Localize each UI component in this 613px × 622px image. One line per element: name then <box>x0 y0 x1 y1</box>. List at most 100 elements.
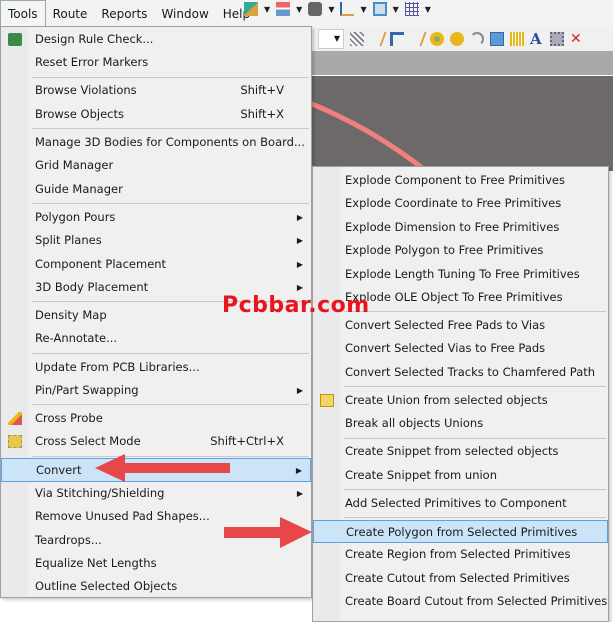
polygon-fill-icon[interactable] <box>350 32 364 46</box>
dropdown-arrow[interactable]: ▼ <box>425 5 431 14</box>
convert-submenu: Explode Component to Free Primitives Expl… <box>312 166 609 622</box>
diff-pair-icon[interactable] <box>390 32 404 46</box>
menu-item-label: Convert Selected Tracks to Chamfered Pat… <box>345 364 596 379</box>
room-icon[interactable] <box>372 2 387 16</box>
pad-icon[interactable] <box>430 32 444 46</box>
menu-item-label: Remove Unused Pad Shapes... <box>35 509 210 524</box>
menu-item-design-rule-check[interactable]: Design Rule Check... <box>1 28 311 51</box>
menu-item-label: Pin/Part Swapping <box>35 382 139 397</box>
menu-item-create-snippet-from-union[interactable]: Create Snippet from union <box>313 464 608 487</box>
menu-reports[interactable]: Reports <box>94 2 154 26</box>
menu-item-explode-dimension-to-free-primitives[interactable]: Explode Dimension to Free Primitives <box>313 216 608 239</box>
menu-item-update-from-pcb-libraries[interactable]: Update From PCB Libraries... <box>1 356 311 379</box>
grid-icon[interactable] <box>404 2 419 16</box>
find-icon[interactable] <box>308 2 323 16</box>
arc-icon[interactable] <box>470 32 484 46</box>
annotation-arrow-right <box>224 517 312 548</box>
menu-item-label: Equalize Net Lengths <box>35 556 157 571</box>
dropdown-arrow[interactable]: ▼ <box>264 5 270 14</box>
menu-item-label: Browse Violations <box>35 83 137 98</box>
menu-item-create-cutout-from-selected-primitives[interactable]: Create Cutout from Selected Primitives <box>313 567 608 590</box>
cross-probe-icon <box>8 411 22 425</box>
submenu-arrow-icon: ▶ <box>295 466 302 476</box>
menu-item-create-snippet-from-selected-objects[interactable]: Create Snippet from selected objects <box>313 440 608 463</box>
menu-item-label: Explode Component to Free Primitives <box>345 173 565 187</box>
layer-combo[interactable]: ▼ <box>318 29 344 49</box>
menu-item-label: Split Planes <box>35 233 102 248</box>
submenu-arrow-icon: ▶ <box>296 259 303 269</box>
submenu-arrow-icon: ▶ <box>296 488 303 498</box>
submenu-arrow-icon: ▶ <box>296 212 303 222</box>
menu-item-label: Create Region from Selected Primitives <box>345 547 571 562</box>
menu-item-label: Guide Manager <box>35 181 123 196</box>
route-icon[interactable] <box>367 32 387 46</box>
menu-item-label: Density Map <box>35 308 107 323</box>
menu-item-add-selected-primitives-to-component[interactable]: Add Selected Primitives to Component <box>313 492 608 515</box>
dropdown-arrow[interactable]: ▼ <box>296 5 302 14</box>
menu-item-label: Component Placement <box>35 256 167 271</box>
menu-item-convert-selected-tracks-to-chamfered-path[interactable]: Convert Selected Tracks to Chamfered Pat… <box>313 361 608 384</box>
menu-item-label: Explode Dimension to Free Primitives <box>345 219 560 234</box>
menu-item-label: Via Stitching/Shielding <box>35 485 165 500</box>
toolbar-placement: ▼ A ✕ <box>312 27 613 51</box>
menu-item-label: Outline Selected Objects <box>35 579 178 594</box>
menu-tools[interactable]: Tools <box>0 0 46 27</box>
union-icon <box>320 393 334 407</box>
place-dimension-icon[interactable] <box>340 2 355 16</box>
menu-route[interactable]: Route <box>46 2 95 26</box>
dropdown-arrow[interactable]: ▼ <box>360 5 366 14</box>
menu-item-create-region-from-selected-primitives[interactable]: Create Region from Selected Primitives <box>313 543 608 566</box>
menu-window[interactable]: Window <box>154 2 215 26</box>
menu-item-split-planes[interactable]: Split Planes ▶ <box>1 229 311 252</box>
menu-item-label: Create Snippet from union <box>345 467 498 482</box>
menu-item-label: Design Rule Check... <box>35 32 154 46</box>
via-icon[interactable] <box>450 32 464 46</box>
menu-item-label: Convert Selected Free Pads to Vias <box>345 318 546 333</box>
menu-item-grid-manager[interactable]: Grid Manager <box>1 154 311 177</box>
menu-item-label: Grid Manager <box>35 158 114 173</box>
menu-item-pin-part-swapping[interactable]: Pin/Part Swapping ▶ <box>1 379 311 402</box>
menu-item-explode-component-to-free-primitives[interactable]: Explode Component to Free Primitives <box>313 169 608 192</box>
dropdown-arrow[interactable]: ▼ <box>328 5 334 14</box>
menu-item-label: Cross Probe <box>35 410 103 425</box>
menu-item-re-annotate[interactable]: Re-Annotate... <box>1 327 311 350</box>
interactive-route-icon[interactable] <box>244 2 258 16</box>
string-icon[interactable]: A <box>530 32 544 47</box>
component-icon[interactable] <box>550 32 564 46</box>
menu-item-create-union-from-selected-objects[interactable]: Create Union from selected objects <box>313 389 608 412</box>
menu-item-manage-3d-bodies-for-components-on-board[interactable]: Manage 3D Bodies for Components on Board… <box>1 131 311 154</box>
menu-item-cross-probe[interactable]: Cross Probe <box>1 407 311 430</box>
menu-item-guide-manager[interactable]: Guide Manager <box>1 178 311 201</box>
menu-item-browse-objects[interactable]: Browse Objects Shift+X <box>1 103 311 126</box>
menu-item-equalize-net-lengths[interactable]: Equalize Net Lengths <box>1 552 311 575</box>
menu-item-convert-selected-vias-to-free-pads[interactable]: Convert Selected Vias to Free Pads <box>313 337 608 360</box>
menu-item-explode-polygon-to-free-primitives[interactable]: Explode Polygon to Free Primitives <box>313 239 608 262</box>
polygon-icon[interactable] <box>510 32 524 46</box>
menu-item-label: Explode Coordinate to Free Primitives <box>345 196 562 211</box>
pcb-canvas[interactable] <box>312 76 613 171</box>
fill-icon[interactable] <box>490 32 504 46</box>
menu-item-reset-error-markers[interactable]: Reset Error Markers <box>1 51 311 74</box>
align-icon[interactable] <box>276 2 291 16</box>
menu-item-create-board-cutout-from-selected-primitives[interactable]: Create Board Cutout from Selected Primit… <box>313 590 608 613</box>
menu-item-label: Explode Polygon to Free Primitives <box>345 243 544 258</box>
menu-item-cross-select-mode[interactable]: Cross Select Mode Shift+Ctrl+X <box>1 430 311 453</box>
menu-item-break-all-objects-unions[interactable]: Break all objects Unions <box>313 412 608 435</box>
menu-item-explode-coordinate-to-free-primitives[interactable]: Explode Coordinate to Free Primitives <box>313 192 608 215</box>
menu-item-browse-violations[interactable]: Browse Violations Shift+V <box>1 79 311 102</box>
menu-item-component-placement[interactable]: Component Placement ▶ <box>1 253 311 276</box>
menu-item-label: Explode Length Tuning To Free Primitives <box>345 266 580 281</box>
menu-item-label: Convert <box>36 463 82 478</box>
document-tab-bar <box>312 51 613 75</box>
annotation-arrow-left <box>95 454 230 482</box>
menu-item-polygon-pours[interactable]: Polygon Pours ▶ <box>1 206 311 229</box>
menu-item-explode-length-tuning-to-free-primitives[interactable]: Explode Length Tuning To Free Primitives <box>313 263 608 286</box>
multi-route-icon[interactable] <box>407 32 427 46</box>
menu-item-label: Cross Select Mode <box>35 434 141 449</box>
keepout-icon[interactable]: ✕ <box>570 32 584 46</box>
submenu-arrow-icon: ▶ <box>296 236 303 246</box>
menu-item-label: Re-Annotate... <box>35 331 118 346</box>
menu-item-create-polygon-from-selected-primitives[interactable]: Create Polygon from Selected Primitives <box>313 519 608 544</box>
dropdown-arrow[interactable]: ▼ <box>393 5 399 14</box>
menu-item-outline-selected-objects[interactable]: Outline Selected Objects <box>1 575 311 598</box>
